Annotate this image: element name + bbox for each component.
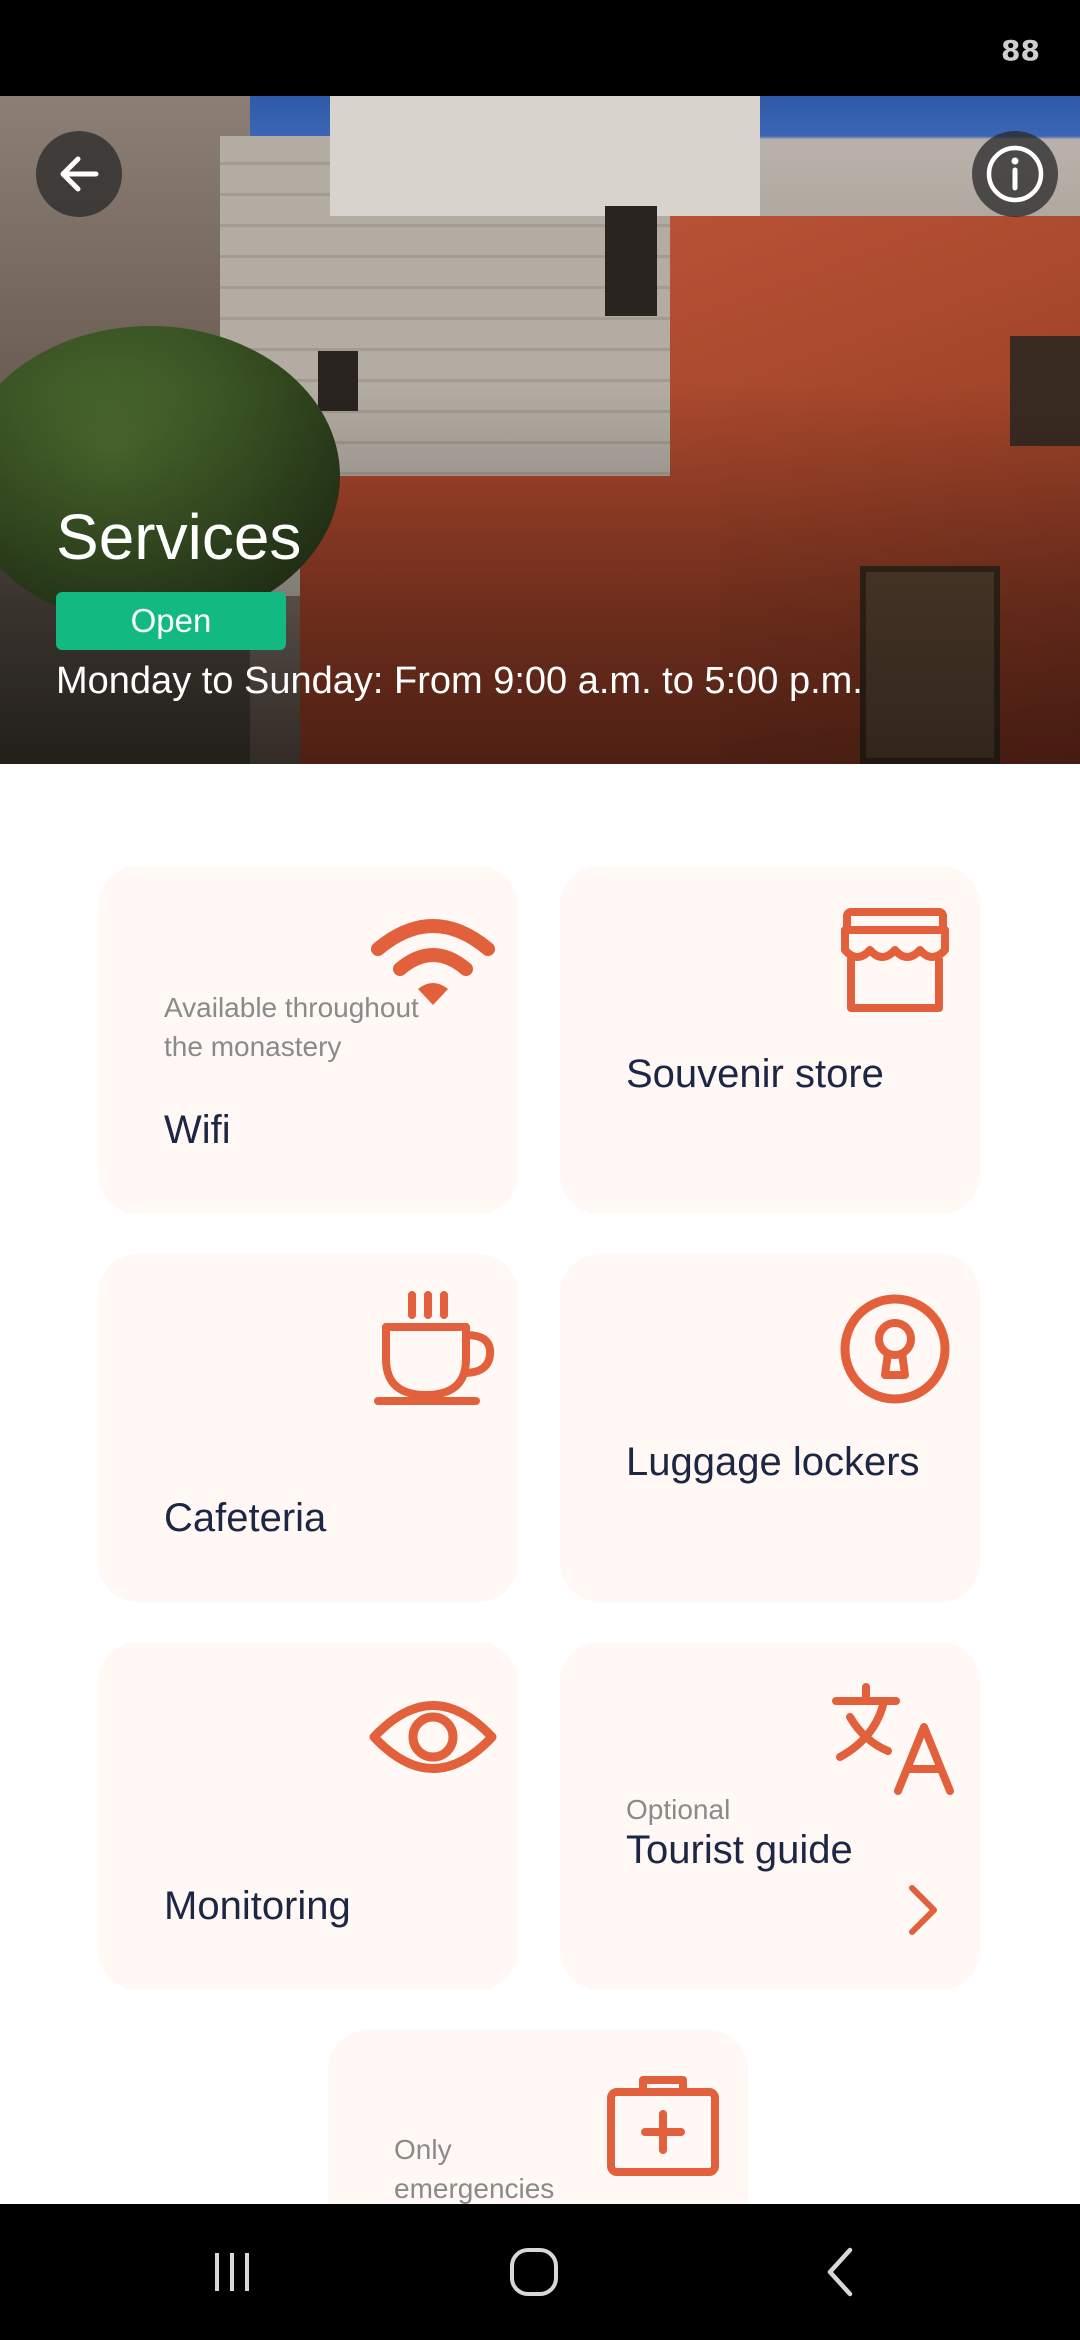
back-nav-button[interactable] — [800, 2238, 880, 2306]
service-subtitle: Available throughout the monastery — [164, 992, 419, 1062]
back-button[interactable] — [36, 131, 122, 217]
service-card-souvenir-store[interactable]: Souvenir store — [560, 866, 980, 1214]
translate-icon — [830, 1682, 960, 1795]
system-navigation-bar — [0, 2204, 1080, 2340]
service-card-cafeteria[interactable]: Cafeteria — [98, 1254, 518, 1602]
coffee-cup-icon — [368, 1291, 498, 1405]
arrow-left-icon — [60, 156, 99, 192]
first-aid-kit-icon — [598, 2070, 728, 2180]
status-bar: 88 — [0, 0, 1080, 96]
service-label: Monitoring — [164, 1884, 351, 1928]
service-label: Luggage lockers — [626, 1440, 920, 1484]
info-button[interactable] — [972, 131, 1058, 217]
recent-apps-button[interactable] — [192, 2238, 272, 2306]
lock-icon — [830, 1294, 960, 1404]
status-badge: Open — [56, 592, 286, 650]
service-card-luggage-lockers[interactable]: Luggage lockers — [560, 1254, 980, 1602]
page-title: Services — [56, 501, 302, 573]
service-label: Tourist guide — [626, 1828, 853, 1872]
service-label: Cafeteria — [164, 1496, 327, 1540]
store-icon — [830, 906, 960, 1016]
eye-icon — [368, 1682, 498, 1792]
home-button[interactable] — [494, 2238, 574, 2306]
home-icon — [510, 2248, 558, 2296]
service-card-monitoring[interactable]: Monitoring — [98, 1642, 518, 1990]
service-subtitle: Only emergencies — [394, 2134, 555, 2204]
service-card-tourist-guide[interactable]: Optional Tourist guide — [560, 1642, 980, 1990]
chevron-left-icon — [827, 2247, 853, 2297]
chevron-right-icon — [909, 1885, 937, 1935]
info-icon — [986, 145, 1044, 203]
battery-level: 88 — [1001, 34, 1040, 67]
service-label: Wifi — [164, 1108, 231, 1152]
opening-hours: Monday to Sunday: From 9:00 a.m. to 5:00… — [56, 660, 863, 702]
recent-apps-icon — [215, 2253, 249, 2291]
service-label: Souvenir store — [626, 1052, 884, 1096]
service-card-wifi[interactable]: Available throughout the monastery Wifi — [98, 866, 518, 1214]
